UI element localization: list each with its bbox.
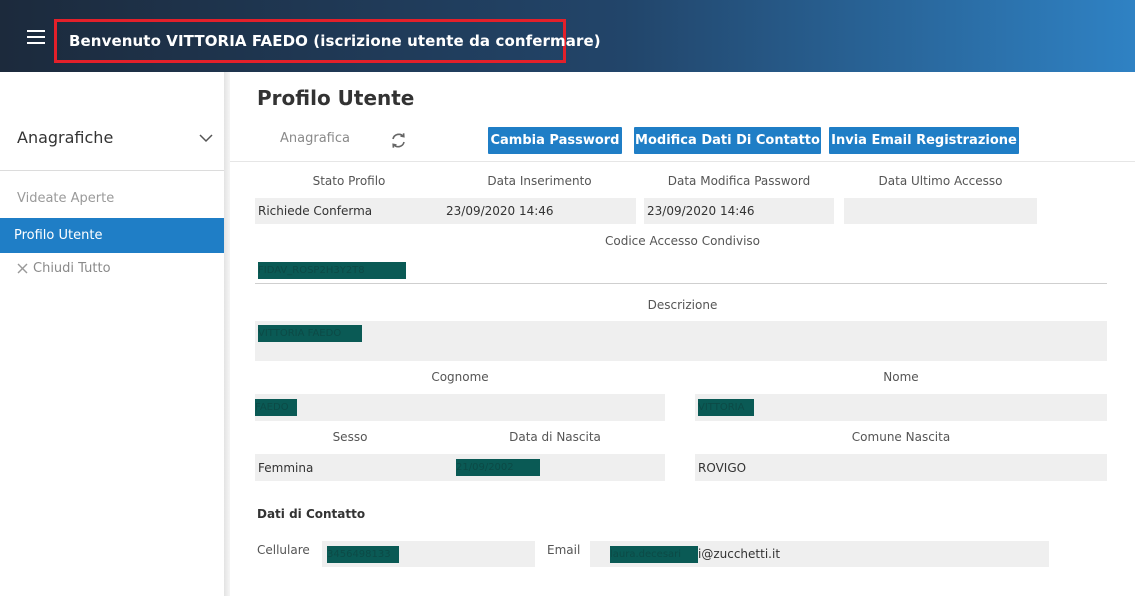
- name-value: VITTORIA: [698, 399, 754, 416]
- sidebar-divider: [0, 170, 224, 171]
- mobile-field[interactable]: 3456498133: [322, 541, 535, 567]
- main-content: Profilo Utente Anagrafica Cambia Passwor…: [230, 72, 1135, 596]
- last-access-label: Data Ultimo Accesso: [878, 174, 1003, 188]
- insert-date-label: Data Inserimento: [487, 174, 592, 188]
- change-password-button[interactable]: Cambia Password: [488, 127, 622, 154]
- contact-section-title: Dati di Contatto: [257, 507, 366, 521]
- last-access-field[interactable]: [844, 198, 1037, 224]
- welcome-text: Benvenuto VITTORIA FAEDO (iscrizione ute…: [69, 32, 601, 50]
- description-value: VITTORIA FAEDO: [258, 325, 362, 342]
- status-label: Stato Profilo: [312, 174, 386, 188]
- sidebar-open-views-label: Videate Aperte: [17, 191, 115, 206]
- birth-city-field[interactable]: ROVIGO: [695, 454, 1107, 481]
- insert-date-field[interactable]: 23/09/2020 14:46: [443, 198, 636, 224]
- page-title: Profilo Utente: [257, 86, 415, 110]
- birth-date-label: Data di Nascita: [509, 430, 601, 444]
- status-field[interactable]: Richiede Conferma: [255, 198, 443, 224]
- close-all-button[interactable]: Chiudi Tutto: [17, 261, 111, 276]
- description-field[interactable]: VITTORIA FAEDO: [255, 321, 1107, 361]
- email-domain: i@zucchetti.it: [698, 547, 781, 561]
- shared-code-field[interactable]: FIDAV_ROSP2H3Y2T8: [255, 258, 415, 282]
- edit-contact-button[interactable]: Modifica Dati Di Contatto: [634, 127, 821, 154]
- toolbar-divider: [230, 161, 1135, 162]
- shared-code-value: FIDAV_ROSP2H3Y2T8: [258, 261, 406, 279]
- send-registration-email-button[interactable]: Invia Email Registrazione: [829, 127, 1019, 154]
- name-field[interactable]: VITTORIA: [695, 394, 1107, 421]
- surname-value: FAEDO: [255, 399, 297, 416]
- sidebar-item-label: Profilo Utente: [14, 228, 103, 243]
- refresh-icon[interactable]: [390, 132, 407, 149]
- description-label: Descrizione: [647, 298, 718, 312]
- email-label: Email: [547, 543, 581, 557]
- birth-city-label: Comune Nascita: [851, 430, 951, 444]
- sidebar-item-profilo-utente[interactable]: Profilo Utente: [0, 218, 224, 253]
- sidebar: Anagrafiche Videate Aperte Profilo Utent…: [0, 72, 224, 596]
- close-icon: [17, 263, 28, 274]
- birth-date-value: 21/09/2002: [456, 459, 540, 476]
- name-label: Nome: [883, 370, 919, 384]
- menu-icon[interactable]: [27, 30, 45, 44]
- close-all-label: Chiudi Tutto: [33, 261, 111, 276]
- sidebar-section-anagrafiche[interactable]: Anagrafiche: [17, 128, 213, 147]
- welcome-message: Benvenuto VITTORIA FAEDO (iscrizione ute…: [54, 19, 601, 63]
- surname-label: Cognome: [431, 370, 489, 384]
- email-redacted-part: laura.decesari: [610, 545, 698, 563]
- top-bar: Benvenuto VITTORIA FAEDO (iscrizione ute…: [0, 0, 1135, 72]
- mobile-label: Cellulare: [257, 543, 310, 557]
- password-date-label: Data Modifica Password: [667, 174, 811, 188]
- surname-field[interactable]: FAEDO: [255, 394, 665, 421]
- password-date-field[interactable]: 23/09/2020 14:46: [644, 198, 834, 224]
- sex-field[interactable]: Femmina: [255, 454, 445, 481]
- shared-code-underline: [255, 283, 1107, 284]
- birth-date-field[interactable]: 21/09/2002: [445, 454, 665, 481]
- shared-code-label: Codice Accesso Condiviso: [604, 234, 760, 248]
- sex-label: Sesso: [332, 430, 368, 444]
- email-field[interactable]: laura.decesari i@zucchetti.it: [590, 541, 1049, 567]
- mobile-value: 3456498133: [327, 545, 399, 563]
- tab-anagrafica[interactable]: Anagrafica: [280, 131, 350, 146]
- chevron-down-icon[interactable]: [199, 134, 213, 143]
